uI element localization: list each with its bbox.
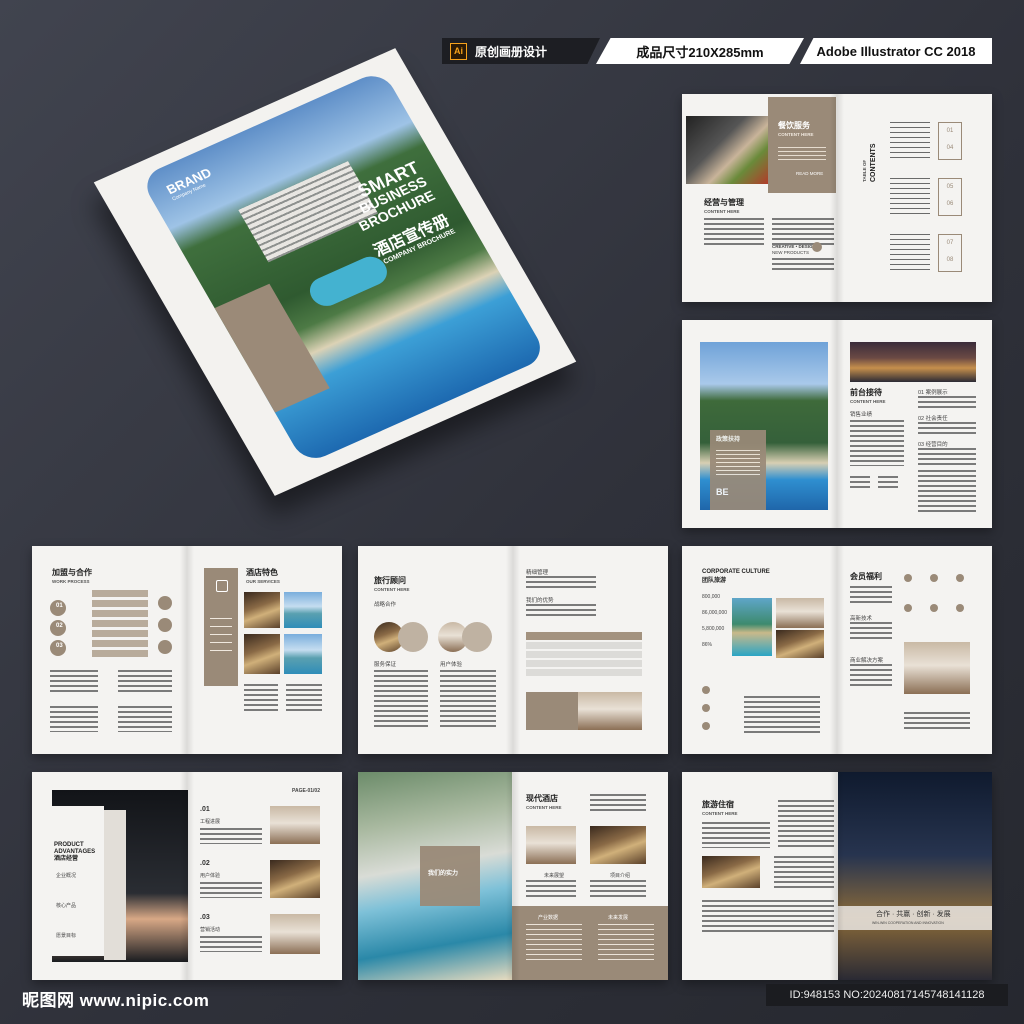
spread-dining: 餐饮服务 CONTENT HERE READ MORE 经营与管理 CONTEN… <box>682 94 992 302</box>
design-badge-label: 原创画册设计 <box>475 44 548 59</box>
spread-culture: CORPORATE CULTURE 团队旅游 800,000 86,000,00… <box>682 546 992 754</box>
spread-process: 加盟与合作 WORK PROCESS 01 02 03 酒店特色 OUR SER… <box>32 546 342 754</box>
image-id: ID:948153 NO:20240817145748141128 <box>766 984 1008 1006</box>
globe-icon <box>812 242 822 252</box>
spread-accommodation: 旅游住宿 CONTENT HERE 合作 · 共赢 · 创新 · 发展 WIN-… <box>682 772 992 980</box>
night-city-photo: 合作 · 共赢 · 创新 · 发展 WIN-WIN COOPERATION AN… <box>838 772 992 980</box>
data-table <box>526 642 642 678</box>
money-icon <box>158 596 172 610</box>
spread-modern-hotel: 我们的实力 现代酒店 CONTENT HERE 未来展望 项目介绍 产业数据 未… <box>358 772 668 980</box>
illustrator-icon: Ai <box>450 42 467 60</box>
dining-panel: 餐饮服务 CONTENT HERE READ MORE <box>768 97 836 193</box>
site-watermark: 昵图网 www.nipic.com <box>22 991 210 1010</box>
aerial-photo: 我们的实力 <box>358 772 512 980</box>
size-badge: 成品尺寸210X285mm <box>596 38 804 64</box>
spread-advantages: PRODUCT ADVANTAGES 酒店经营 企业概况 核心产品 愿景目标 P… <box>32 772 342 980</box>
brochure-cover: BRAND Company Name SMART BUSINESS BROCHU… <box>93 48 577 496</box>
cover-photo: BRAND Company Name SMART BUSINESS BROCHU… <box>139 69 549 465</box>
process-bars <box>92 590 148 658</box>
software-badge: Adobe Illustrator CC 2018 <box>800 38 992 64</box>
trophy-icon <box>216 580 228 592</box>
resort-photo: 政策扶持 BE <box>700 342 828 510</box>
toc-title: TABLE OF CONTENTS <box>862 143 877 183</box>
services-panel <box>204 568 238 686</box>
keycard-photo: PRODUCT ADVANTAGES 酒店经营 企业概况 核心产品 愿景目标 <box>52 790 188 962</box>
design-badge: Ai 原创画册设计 <box>442 38 600 64</box>
bulb-icon <box>158 640 172 654</box>
cover-brand: BRAND Company Name <box>163 164 215 203</box>
kitchen-photo <box>686 116 768 184</box>
spread-consultant: 旅行顾问 CONTENT HERE 战略合作 服务保证 用户体验 精细管理 我们… <box>358 546 668 754</box>
gear-icon <box>158 618 172 632</box>
city-photo <box>850 342 976 382</box>
spread-reception: 政策扶持 BE 前台接待 CONTENT HERE 销售业绩 01 案例展示 0… <box>682 320 992 528</box>
